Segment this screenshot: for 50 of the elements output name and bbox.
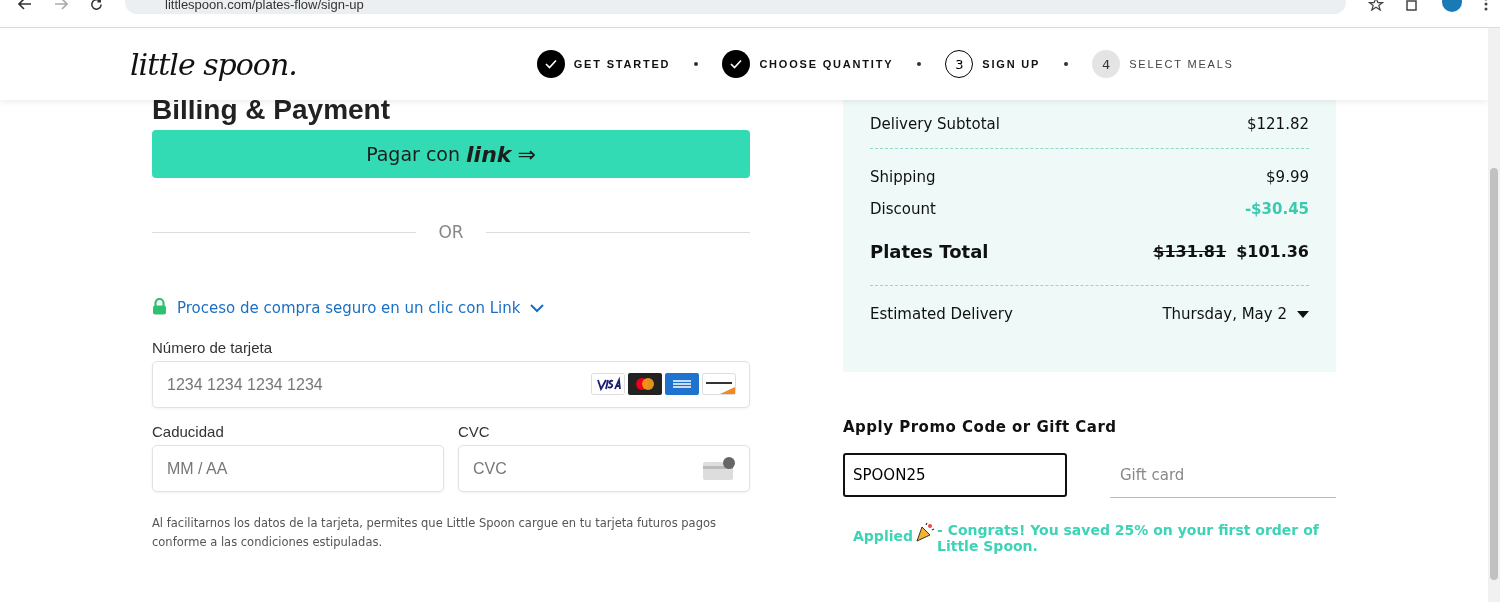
summary-label: Delivery Subtotal — [870, 115, 1000, 133]
step-separator-icon — [917, 62, 922, 66]
amex-card-icon — [665, 373, 699, 395]
menu-icon[interactable] — [1484, 0, 1488, 11]
step-label: GET STARTED — [573, 58, 671, 70]
summary-label: Discount — [870, 200, 936, 218]
total-value: $101.36 — [1236, 241, 1309, 261]
summary-value: $9.99 — [1266, 168, 1309, 186]
cvc-card-icon — [702, 456, 736, 482]
extensions-icon[interactable] — [1406, 0, 1420, 11]
address-bar[interactable]: littlespoon.com/plates-flow/sign-up — [125, 0, 1346, 14]
applied-status: Applied — [853, 528, 913, 544]
field-label: Número de tarjeta — [152, 339, 274, 356]
secure-checkout-link[interactable]: Proceso de compra seguro en un clic con Link — [177, 299, 521, 317]
summary-value: -$30.45 — [1244, 200, 1309, 218]
step-label: SIGN UP — [982, 58, 1041, 70]
party-popper-icon — [915, 522, 935, 542]
pay-with-link-button[interactable]: Pagar con link ⇒ — [152, 130, 750, 178]
promo-title: Apply Promo Code or Gift Card — [843, 418, 1118, 436]
field-label: CVC — [458, 423, 491, 440]
step-separator-icon — [694, 62, 699, 66]
step-number: 4 — [1092, 50, 1121, 78]
promo-success-message: - Congrats! You saved 25% on your first order of Little Spoon. — [937, 522, 1320, 554]
section-title: Billing & Payment — [152, 94, 392, 124]
total-label: Plates Total — [870, 240, 989, 262]
summary-label: Shipping — [870, 168, 936, 186]
divider-label: OR — [438, 222, 464, 242]
summary-value: $121.82 — [1246, 115, 1309, 133]
step-label: SELECT MEALS — [1129, 58, 1234, 70]
step-separator-icon — [1064, 62, 1069, 66]
expiry-field[interactable]: MM / AA — [152, 445, 444, 492]
reload-icon[interactable] — [90, 0, 103, 11]
caret-down-icon[interactable] — [1297, 310, 1309, 318]
mastercard-icon — [628, 373, 662, 395]
step-label: CHOOSE QUANTITY — [759, 58, 894, 70]
summary-label: Estimated Delivery — [870, 305, 1013, 323]
delivery-date-dropdown[interactable]: Thursday, May 2 — [1162, 305, 1309, 323]
site-logo[interactable]: little spoon. — [130, 46, 297, 82]
star-icon[interactable] — [1368, 0, 1384, 11]
discover-card-icon — [702, 373, 736, 395]
cvc-field[interactable]: CVC — [458, 445, 750, 492]
original-price: $131.81 — [1153, 241, 1227, 261]
scrollbar-drawing[interactable] — [1488, 28, 1500, 602]
promo-code-field[interactable]: SPOON25 — [843, 453, 1067, 497]
chevron-down-icon[interactable] — [530, 303, 545, 313]
lock-icon — [152, 298, 167, 315]
field-label: Caducidad — [152, 423, 225, 440]
card-disclaimer: Al facilitarnos los datos de la tarjeta, permites que Little Spoon cargue en tu tarjeta futuros pagos conforme a las condiciones estipuladas. — [152, 515, 717, 551]
back-icon[interactable] — [18, 0, 32, 10]
visa-card-icon — [591, 373, 625, 395]
